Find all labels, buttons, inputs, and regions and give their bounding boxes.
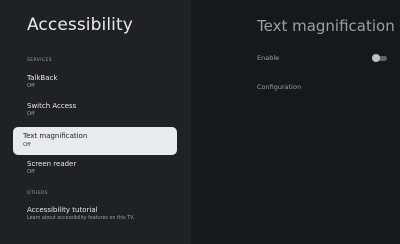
menu-item-description: Learn about accessibility features on th… (27, 216, 135, 221)
enable-toggle[interactable] (372, 54, 388, 62)
configuration-row[interactable]: Configuration (257, 83, 301, 91)
enable-row-label: Enable (257, 54, 280, 62)
menu-item-label: Text magnification (23, 132, 88, 140)
menu-item-label: Switch Access (27, 102, 77, 110)
menu-item-label: Screen reader (27, 160, 77, 168)
section-label-services: SERVICES (27, 58, 53, 63)
menu-item-status: Off (23, 142, 31, 148)
menu-item-talkback[interactable]: TalkBack Off (27, 74, 177, 90)
menu-item-label: TalkBack (27, 74, 58, 82)
section-label-others: OTHERS (27, 191, 48, 196)
detail-title: Text magnification (257, 17, 395, 35)
menu-item-switch-access[interactable]: Switch Access Off (27, 102, 177, 118)
menu-item-text-magnification[interactable]: Text magnification Off (13, 127, 177, 155)
menu-item-screen-reader[interactable]: Screen reader Off (27, 160, 177, 176)
toggle-knob (372, 54, 380, 62)
menu-item-status: Off (27, 169, 35, 175)
menu-item-status: Off (27, 83, 35, 89)
page-title: Accessibility (27, 15, 133, 35)
menu-item-status: Off (27, 111, 35, 117)
detail-pane (191, 0, 400, 244)
menu-item-accessibility-tutorial[interactable]: Accessibility tutorial Learn about acces… (27, 206, 177, 222)
menu-item-label: Accessibility tutorial (27, 206, 98, 214)
